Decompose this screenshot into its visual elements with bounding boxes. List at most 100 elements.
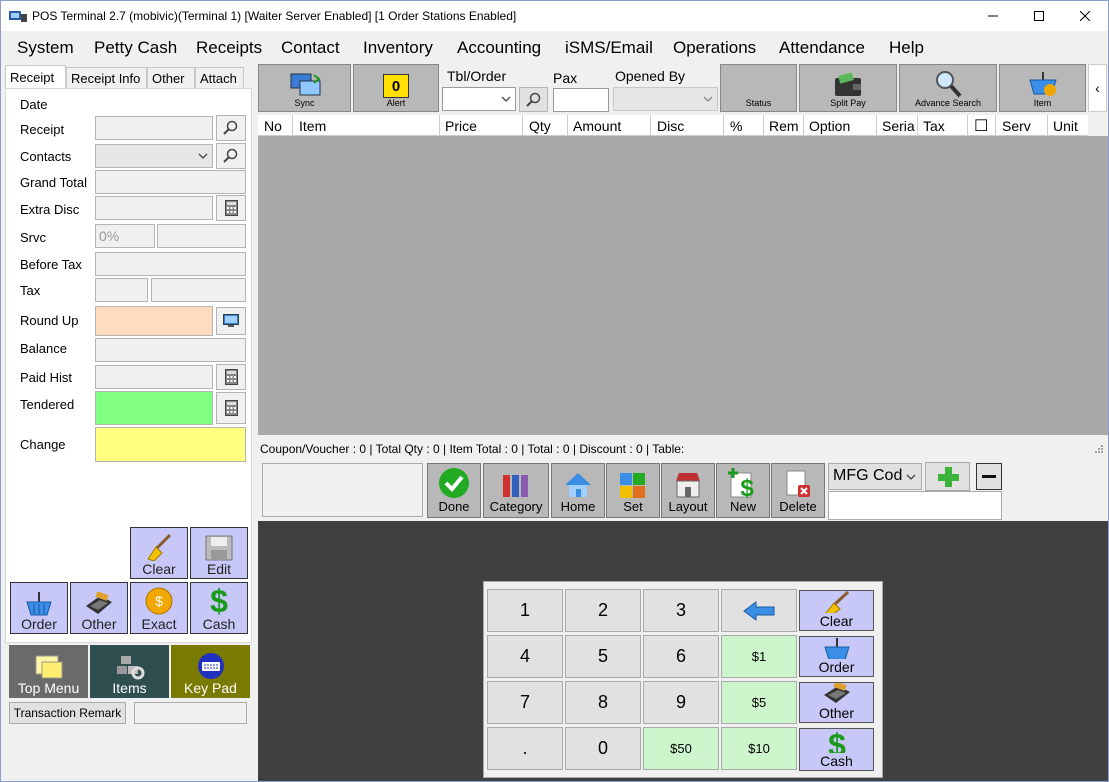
col-serv[interactable]: Serv [1002,118,1044,134]
key-9[interactable]: 9 [643,681,719,724]
col-no[interactable]: No [264,118,288,134]
menu-operations[interactable]: Operations [673,38,756,58]
order-label: Order [21,616,57,632]
col-unit[interactable]: Unit [1053,118,1085,134]
home-button[interactable]: Home [551,463,605,518]
key-5[interactable]: 5 [565,635,641,678]
key-4[interactable]: 4 [487,635,563,678]
col-select-checkbox[interactable]: ☐ [974,116,992,136]
order-grid-body[interactable] [258,136,1108,435]
menu-receipts[interactable]: Receipts [196,38,262,58]
col-price[interactable]: Price [445,118,521,134]
tbl-order-dropdown[interactable] [442,87,516,111]
round-up-button[interactable] [216,307,246,335]
menu-isms-email[interactable]: iSMS/Email [565,38,653,58]
key-7[interactable]: 7 [487,681,563,724]
tab-other[interactable]: Other [147,67,195,89]
col-tax[interactable]: Tax [923,118,963,134]
tendered-field[interactable] [95,391,213,425]
key-0[interactable]: 0 [565,727,641,770]
key-1-dollar[interactable]: $1 [721,635,797,678]
mfg-remove-button[interactable] [976,463,1002,490]
items-button[interactable]: Items [90,645,169,698]
col-percent[interactable]: % [730,118,760,134]
tab-receipt[interactable]: Receipt [5,65,66,89]
minimize-button[interactable] [970,1,1016,31]
transaction-remark-button[interactable]: Transaction Remark [9,702,126,724]
srvc-percent-field[interactable]: 0% [95,224,155,248]
menu-petty-cash[interactable]: Petty Cash [94,38,177,58]
clear-button[interactable]: Clear [130,527,188,579]
backspace-key[interactable] [721,589,797,632]
menu-contact[interactable]: Contact [281,38,340,58]
col-option[interactable]: Option [809,118,875,134]
item-button[interactable]: Item [999,64,1086,112]
category-button[interactable]: Category [483,463,549,518]
receipt-field[interactable] [95,116,213,140]
layout-button[interactable]: Layout [661,463,715,518]
key-10-dollar[interactable]: $10 [721,727,797,770]
contacts-search-button[interactable] [216,143,246,169]
col-serial[interactable]: Seria [882,118,916,134]
extra-disc-field[interactable] [95,196,213,220]
menu-attendance[interactable]: Attendance [779,38,865,58]
new-button[interactable]: $ New [716,463,770,518]
tbl-order-search-button[interactable] [519,87,548,112]
set-button[interactable]: Set [606,463,660,518]
key-50-dollar[interactable]: $50 [643,727,719,770]
edit-button[interactable]: Edit [190,527,248,579]
tab-attach[interactable]: Attach [195,67,244,89]
keypad-other-button[interactable]: Other [799,682,874,723]
advance-search-button[interactable]: Advance Search [899,64,997,112]
close-button[interactable] [1062,1,1108,31]
col-amount[interactable]: Amount [573,118,649,134]
col-disc[interactable]: Disc [657,118,723,134]
maximize-button[interactable] [1016,1,1062,31]
mfg-code-dropdown[interactable]: MFG Cod [828,463,922,490]
key-decimal[interactable]: . [487,727,563,770]
binders-icon [503,475,528,497]
key-pad-button[interactable]: Key Pad [171,645,250,698]
done-button[interactable]: Done [427,463,481,518]
receipt-search-button[interactable] [216,115,246,141]
pax-field[interactable] [553,88,609,112]
mfg-code-input[interactable] [828,491,1002,520]
tendered-calc-button[interactable] [216,392,246,424]
menu-accounting[interactable]: Accounting [457,38,541,58]
other-button[interactable]: Other [70,582,128,634]
col-qty[interactable]: Qty [529,118,567,134]
split-pay-button[interactable]: Split Pay [799,64,897,112]
menu-inventory[interactable]: Inventory [363,38,433,58]
order-button[interactable]: Order [10,582,68,634]
keypad-clear-button[interactable]: Clear [799,590,874,631]
cash-button[interactable]: $ Cash [190,582,248,634]
mfg-add-button[interactable] [925,462,970,491]
key-6[interactable]: 6 [643,635,719,678]
key-2[interactable]: 2 [565,589,641,632]
col-item[interactable]: Item [299,118,439,134]
contacts-dropdown[interactable] [95,144,213,168]
key-5-dollar[interactable]: $5 [721,681,797,724]
srvc-amount-field [157,224,246,248]
status-button[interactable]: Status [720,64,797,112]
keypad-cash-button[interactable]: $ Cash [799,728,874,771]
transaction-remark-field[interactable] [134,702,247,724]
alert-button[interactable]: 0 Alert [353,64,439,112]
exact-button[interactable]: $ Exact [130,582,188,634]
key-8[interactable]: 8 [565,681,641,724]
col-rem[interactable]: Rem [769,118,803,134]
top-menu-button[interactable]: Top Menu [9,645,88,698]
delete-button[interactable]: Delete [771,463,825,518]
key-3[interactable]: 3 [643,589,719,632]
sync-button[interactable]: Sync [258,64,351,112]
opened-by-dropdown[interactable] [613,87,718,111]
key-1[interactable]: 1 [487,589,563,632]
paid-hist-calc-button[interactable] [216,364,246,390]
toolbar-collapse-button[interactable]: ‹ [1088,64,1107,112]
keypad-order-button[interactable]: Order [799,636,874,677]
round-up-field[interactable] [95,306,213,336]
tab-receipt-info[interactable]: Receipt Info [66,67,147,89]
menu-system[interactable]: System [17,38,74,58]
menu-help[interactable]: Help [889,38,924,58]
extra-disc-calc-button[interactable] [216,195,246,221]
